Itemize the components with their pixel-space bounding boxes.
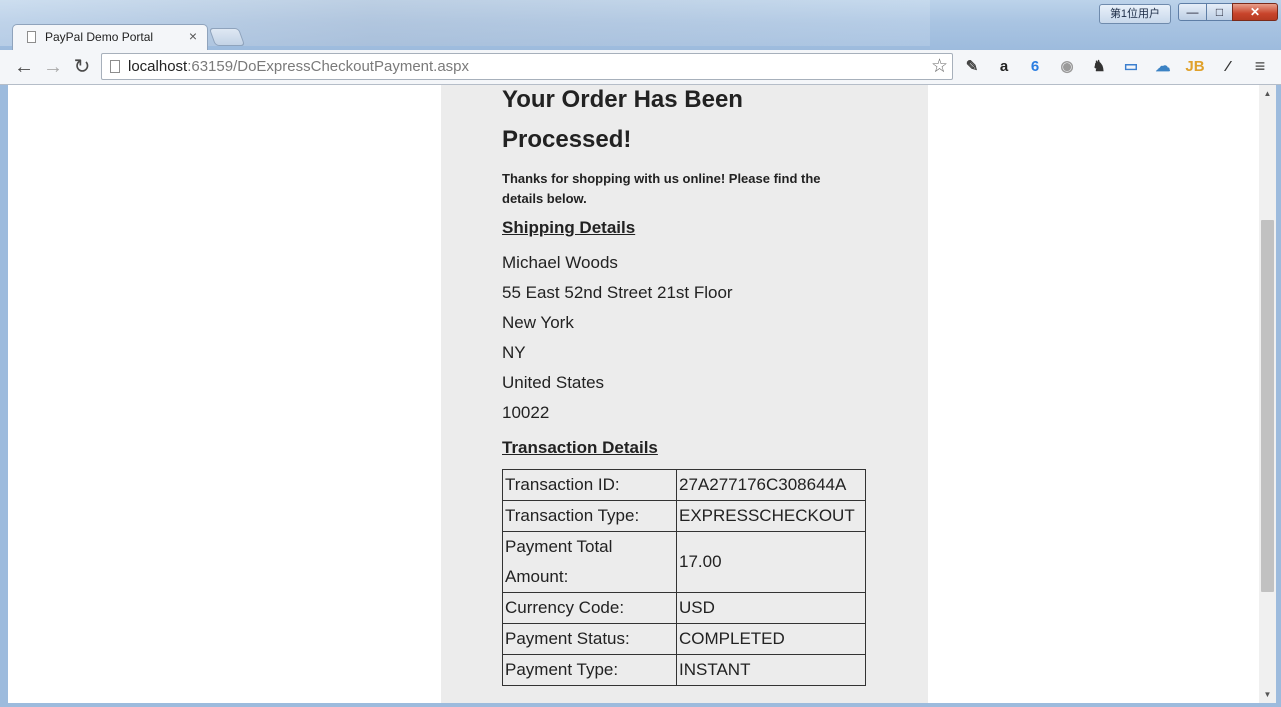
table-row: Payment Total Amount: 17.00 (502, 531, 866, 593)
payment-type-label: Payment Type: (502, 654, 677, 686)
shipping-details-heading: Shipping Details (502, 218, 636, 237)
cloud-extension-icon[interactable]: ☁ (1153, 57, 1173, 77)
content-panel: Your Order Has Been Processed! Thanks fo… (441, 85, 928, 703)
page-viewport: Your Order Has Been Processed! Thanks fo… (8, 85, 1259, 703)
currency-code-label: Currency Code: (502, 592, 677, 624)
address-bar[interactable]: localhost:63159/DoExpressCheckoutPayment… (101, 53, 953, 80)
table-row: Transaction ID: 27A277176C308644A (502, 469, 866, 501)
table-row: Payment Type: INSTANT (502, 654, 866, 686)
globe-extension-icon[interactable]: ◉ (1057, 57, 1077, 77)
evernote-extension-icon[interactable]: ♞ (1089, 57, 1109, 77)
browser-toolbar: ← → ↻ localhost:63159/DoExpressCheckoutP… (0, 50, 1281, 85)
payment-total-value: 17.00 (676, 531, 866, 593)
page-icon (110, 60, 120, 73)
minimize-button[interactable]: — (1178, 3, 1207, 21)
page-title: Your Order Has Been Processed! (502, 86, 743, 153)
tab-close-icon[interactable]: × (189, 28, 197, 44)
vertical-scrollbar[interactable]: ▲ ▼ (1259, 85, 1276, 703)
url-host: localhost (128, 58, 188, 75)
reload-icon[interactable]: ↻ (69, 54, 95, 80)
folder-extension-icon[interactable]: ▭ (1121, 57, 1141, 77)
window-titlebar: 第1位用户 — □ ✕ PayPal Demo Portal × (0, 0, 1281, 50)
payment-status-value: COMPLETED (676, 623, 866, 655)
intro-text: Thanks for shopping with us online! Plea… (502, 171, 821, 206)
amazon-extension-icon[interactable]: a (994, 57, 1014, 77)
back-icon[interactable]: ← (11, 54, 37, 80)
url-text[interactable]: localhost:63159/DoExpressCheckoutPayment… (128, 58, 469, 75)
scrollbar-thumb[interactable] (1261, 220, 1274, 592)
transaction-details-heading: Transaction Details (502, 438, 658, 457)
pin-extension-icon[interactable]: ✎ (962, 57, 982, 77)
forward-icon[interactable]: → (40, 54, 66, 80)
scroll-up-arrow-icon[interactable]: ▲ (1259, 85, 1276, 102)
window-frame-bottom (0, 703, 1281, 707)
tab-paypal-demo-portal[interactable]: PayPal Demo Portal × (12, 24, 208, 50)
window-frame-right (1276, 85, 1281, 707)
jetbrains-extension-icon[interactable]: JB (1185, 57, 1205, 77)
shipping-city: New York (502, 313, 574, 332)
close-window-button[interactable]: ✕ (1232, 3, 1278, 21)
shipping-name: Michael Woods (502, 253, 618, 272)
transaction-type-label: Transaction Type: (502, 500, 677, 532)
table-row: Payment Status: COMPLETED (502, 623, 866, 655)
user-profile-badge[interactable]: 第1位用户 (1099, 4, 1171, 24)
transaction-id-value: 27A277176C308644A (676, 469, 866, 501)
shipping-country: United States (502, 373, 605, 392)
table-row: Currency Code: USD (502, 592, 866, 624)
blue-extension-icon[interactable]: 6 (1025, 57, 1045, 77)
payment-total-label: Payment Total Amount: (502, 531, 677, 593)
tab-title: PayPal Demo Portal (45, 30, 154, 44)
chrome-menu-icon[interactable]: ≡ (1250, 55, 1270, 77)
table-row: Transaction Type: EXPRESSCHECKOUT (502, 500, 866, 532)
page-icon (27, 31, 36, 43)
bookmark-star-icon[interactable]: ☆ (931, 55, 948, 78)
maximize-button[interactable]: □ (1206, 3, 1233, 21)
shipping-zip: 10022 (502, 403, 550, 422)
window-frame-left (0, 85, 8, 707)
eyedropper-extension-icon[interactable]: ⁄ (1218, 57, 1238, 77)
transaction-id-label: Transaction ID: (502, 469, 677, 501)
payment-type-value: INSTANT (676, 654, 866, 686)
new-tab-button[interactable] (208, 28, 246, 46)
scroll-down-arrow-icon[interactable]: ▼ (1259, 686, 1276, 703)
url-path: :63159/DoExpressCheckoutPayment.aspx (187, 58, 470, 75)
transaction-type-value: EXPRESSCHECKOUT (676, 500, 866, 532)
shipping-street: 55 East 52nd Street 21st Floor (502, 283, 733, 302)
shipping-state: NY (502, 343, 526, 362)
transaction-table: Transaction ID: 27A277176C308644A Transa… (502, 469, 866, 686)
payment-status-label: Payment Status: (502, 623, 677, 655)
currency-code-value: USD (676, 592, 866, 624)
